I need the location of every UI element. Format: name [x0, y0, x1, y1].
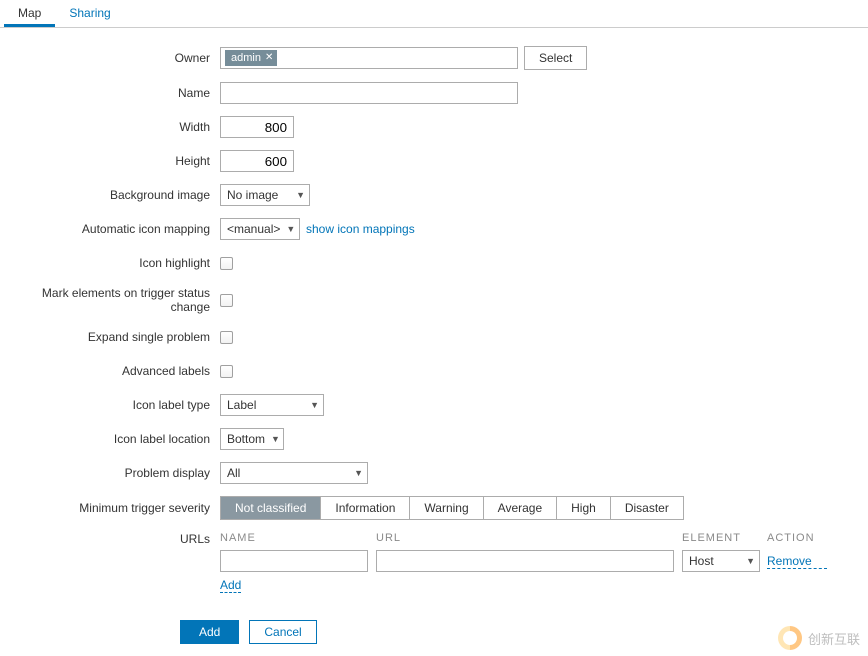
label-advanced-labels: Advanced labels: [0, 364, 220, 378]
chevron-down-icon: ▼: [746, 556, 755, 566]
label-icon-highlight: Icon highlight: [0, 256, 220, 270]
tab-sharing[interactable]: Sharing: [55, 0, 124, 27]
auto-icon-mapping-select[interactable]: <manual> ▼: [220, 218, 300, 240]
chevron-down-icon: ▼: [296, 190, 305, 200]
owner-tag-text: admin: [231, 51, 261, 65]
label-background-image: Background image: [0, 188, 220, 202]
label-width: Width: [0, 120, 220, 134]
add-button[interactable]: Add: [180, 620, 239, 644]
label-mark-trigger: Mark elements on trigger status change: [0, 286, 220, 314]
chevron-down-icon: ▼: [354, 468, 363, 478]
url-add-link[interactable]: Add: [220, 578, 241, 593]
urls-header-action: ACTION: [767, 532, 827, 544]
url-remove-link[interactable]: Remove: [767, 554, 827, 569]
severity-not-classified[interactable]: Not classified: [221, 497, 321, 519]
height-input[interactable]: [220, 150, 294, 172]
urls-row: Host ▼ Remove: [220, 550, 848, 572]
icon-label-type-select[interactable]: Label ▼: [220, 394, 324, 416]
icon-highlight-checkbox[interactable]: [220, 257, 233, 270]
severity-warning[interactable]: Warning: [410, 497, 483, 519]
owner-input[interactable]: admin ✕: [220, 47, 518, 69]
owner-tag-remove-icon[interactable]: ✕: [265, 51, 273, 65]
severity-information[interactable]: Information: [321, 497, 410, 519]
urls-header-url: URL: [376, 532, 682, 544]
icon-label-type-value: Label: [227, 398, 256, 412]
chevron-down-icon: ▼: [286, 224, 295, 234]
label-auto-icon-mapping: Automatic icon mapping: [0, 222, 220, 236]
problem-display-value: All: [227, 466, 240, 480]
mark-trigger-checkbox[interactable]: [220, 294, 233, 307]
label-min-trigger-severity: Minimum trigger severity: [0, 501, 220, 515]
label-height: Height: [0, 154, 220, 168]
watermark-icon: [778, 626, 802, 650]
url-name-input[interactable]: [220, 550, 368, 572]
chevron-down-icon: ▼: [271, 434, 280, 444]
form: Owner admin ✕ Select Name Width Height: [0, 28, 868, 644]
severity-disaster[interactable]: Disaster: [611, 497, 683, 519]
show-icon-mappings-link[interactable]: show icon mappings: [306, 222, 415, 236]
width-input[interactable]: [220, 116, 294, 138]
url-element-select[interactable]: Host ▼: [682, 550, 760, 572]
label-icon-label-type: Icon label type: [0, 398, 220, 412]
severity-segmented: Not classified Information Warning Avera…: [220, 496, 684, 520]
tabs: Map Sharing: [0, 0, 868, 28]
chevron-down-icon: ▼: [310, 400, 319, 410]
expand-single-checkbox[interactable]: [220, 331, 233, 344]
url-url-input[interactable]: [376, 550, 674, 572]
auto-icon-mapping-value: <manual>: [227, 222, 280, 236]
urls-header-element: ELEMENT: [682, 532, 767, 544]
urls-header-name: NAME: [220, 532, 376, 544]
severity-high[interactable]: High: [557, 497, 611, 519]
label-urls: URLs: [0, 532, 220, 546]
tab-map[interactable]: Map: [4, 0, 55, 27]
icon-label-location-value: Bottom: [227, 432, 265, 446]
severity-average[interactable]: Average: [484, 497, 557, 519]
owner-tag[interactable]: admin ✕: [225, 50, 277, 66]
label-problem-display: Problem display: [0, 466, 220, 480]
advanced-labels-checkbox[interactable]: [220, 365, 233, 378]
background-image-select[interactable]: No image ▼: [220, 184, 310, 206]
label-owner: Owner: [0, 51, 220, 65]
label-name: Name: [0, 86, 220, 100]
watermark-text: 创新互联: [808, 629, 860, 648]
name-input[interactable]: [220, 82, 518, 104]
label-icon-label-location: Icon label location: [0, 432, 220, 446]
icon-label-location-select[interactable]: Bottom ▼: [220, 428, 284, 450]
label-expand-single: Expand single problem: [0, 330, 220, 344]
url-element-value: Host: [689, 554, 714, 568]
problem-display-select[interactable]: All ▼: [220, 462, 368, 484]
owner-select-button[interactable]: Select: [524, 46, 587, 70]
watermark: 创新互联: [778, 626, 860, 650]
cancel-button[interactable]: Cancel: [249, 620, 316, 644]
background-image-value: No image: [227, 188, 278, 202]
